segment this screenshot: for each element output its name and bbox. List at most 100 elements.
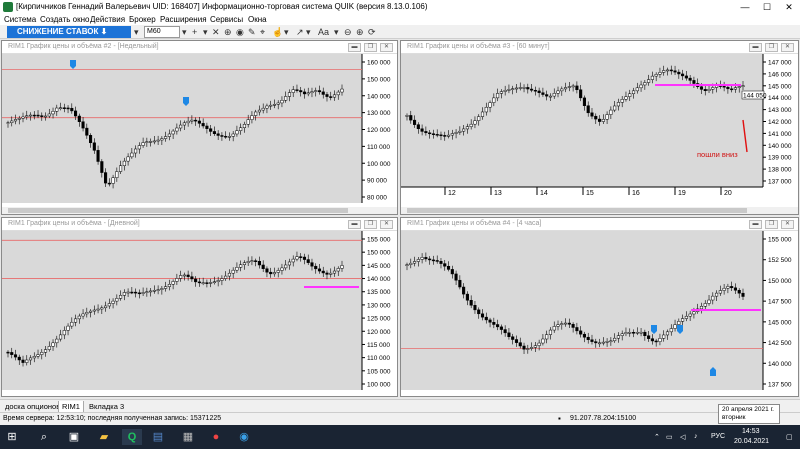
candle-body [465,293,469,301]
dropdown-icon[interactable]: ▾ [203,26,208,38]
minimize-icon[interactable]: ▬ [749,220,762,229]
chart-plot-area [401,54,763,187]
crosshair-icon[interactable]: + [192,26,197,38]
close-icon[interactable]: ✕ [380,43,393,52]
scroll-thumb[interactable] [407,208,747,213]
chart-window-weekly[interactable]: RIM1 График цены и объёма #2 - [Недельны… [1,40,398,215]
candle-body [325,272,329,275]
candle-body [624,332,628,335]
minimize-button[interactable]: — [734,0,756,14]
circle-icon[interactable]: ◉ [236,26,244,38]
minimize-icon[interactable]: ▬ [749,43,762,52]
dropdown-icon-4[interactable]: ▾ [334,26,339,38]
candle-body [340,265,344,269]
dropdown-icon-3[interactable]: ▾ [306,26,311,38]
restore-icon[interactable]: ❐ [364,43,377,52]
close-button[interactable]: ✕ [778,0,800,14]
zoom-out-icon[interactable]: ⊖ [344,26,352,38]
tray-date[interactable]: 20.04.2021 [734,438,769,445]
y-tick-label: 100 000 [367,161,391,168]
candle-body [496,93,500,99]
task-view-icon[interactable]: ▣ [66,429,82,445]
candle-body [224,275,228,279]
hand-icon[interactable]: ☝ [272,26,283,38]
menu-system[interactable]: Система [4,15,36,24]
pin-icon[interactable]: ⌖ [260,26,265,38]
candle-body [628,332,632,334]
timeframe-select[interactable]: M60 [144,26,180,38]
tray-network-icon[interactable]: ▭ [666,433,673,441]
chart-window-4h[interactable]: RIM1 График цены и объёма #4 - [4 часа] … [400,217,799,397]
candle-body [32,114,36,117]
chart-window-60min[interactable]: RIM1 График цены и объёма #3 - [60 минут… [400,40,799,215]
price-chart[interactable]: 155 000 150 000 145 000 140 000 135 000 130 0… [2,231,397,396]
dropdown-icon-2[interactable]: ▾ [284,26,289,38]
close-icon[interactable]: ✕ [781,43,794,52]
menu-broker[interactable]: Брокер [129,15,156,24]
candle-body [51,342,55,347]
restore-icon[interactable]: ❐ [765,43,778,52]
app-icon[interactable]: ▦ [180,429,196,445]
refresh-icon[interactable]: ⟳ [368,26,376,38]
chart-window-daily[interactable]: RIM1 График цены и объёма - [Дневной] ▬ … [1,217,398,397]
yandex-icon[interactable]: ● [208,429,224,445]
price-chart[interactable]: 147 000 146 000 145 000 144 000 143 000 142 0… [401,54,798,209]
quik-taskbar-icon[interactable]: Q [122,429,142,445]
maximize-button[interactable]: ☐ [756,0,778,14]
candle-body [431,133,435,135]
candle-body [647,79,651,83]
tray-speaker-icon[interactable]: ♪ [694,433,698,440]
price-chart[interactable]: 160 000 150 000 140 000 130 000 120 000 110 0… [2,54,397,209]
tooltip-date: 20 апреля 2021 г. [722,406,774,413]
tab-options-board[interactable]: доска опционов [2,401,63,412]
menu-services[interactable]: Сервисы [210,15,243,24]
close-icon[interactable]: ✕ [781,220,794,229]
candle-body [201,282,205,284]
zoom-in-icon[interactable]: ⊕ [356,26,364,38]
menu-create-window[interactable]: Создать окно [40,15,89,24]
font-icon[interactable]: Aa [318,26,329,38]
cross-tool-icon[interactable]: ✕ [212,26,220,38]
scroll-thumb[interactable] [8,208,348,213]
candle-body [571,324,575,328]
target-icon[interactable]: ⊕ [224,26,232,38]
minimize-icon[interactable]: ▬ [348,220,361,229]
chart-window-title: RIM1 График цены и объёма - [Дневной] [8,220,140,227]
edge-icon[interactable]: ◉ [236,429,252,445]
tray-volume-icon[interactable]: ◁ [680,433,685,441]
tray-chevron-icon[interactable]: ⌃ [654,433,660,441]
chart-app-icon[interactable]: ▤ [150,429,166,445]
candle-body [197,281,201,284]
restore-icon[interactable]: ❐ [364,220,377,229]
candle-body [730,286,734,289]
taskbar: ⊞ ⌕ ▣ ▰ Q ▤ ▦ ● ◉ ⌃ ▭ ◁ ♪ РУС 14:53 20.0… [0,425,800,449]
rate-cut-banner[interactable]: СНИЖЕНИЕ СТАВОК ⬇ [7,26,131,38]
y-tick-label: 147 500 [768,299,792,306]
candle-body [227,136,231,138]
candle-body [265,105,269,109]
horizontal-scrollbar[interactable] [401,207,798,214]
price-chart[interactable]: 155 000 152 500 150 000 147 500 145 000 142 5… [401,231,798,396]
menu-windows[interactable]: Окна [248,15,267,24]
menu-expand-icon[interactable]: ▾ [134,26,139,38]
tray-time[interactable]: 14:53 [742,428,760,435]
horizontal-scrollbar[interactable] [2,207,397,214]
close-icon[interactable]: ✕ [380,220,393,229]
search-icon[interactable]: ⌕ [36,429,52,445]
file-explorer-icon[interactable]: ▰ [96,429,112,445]
restore-icon[interactable]: ❐ [765,220,778,229]
menu-extensions[interactable]: Расширения [160,15,207,24]
candle-body [216,280,220,283]
notification-icon[interactable]: ▢ [786,433,793,441]
pencil-icon[interactable]: ✎ [248,26,256,38]
candle-body [205,282,209,284]
chevron-down-icon[interactable]: ▾ [182,26,187,38]
tab-3[interactable]: Вкладка 3 [86,401,127,412]
menu-actions[interactable]: Действия [90,15,125,24]
y-tick-label: 135 000 [367,289,391,296]
minimize-icon[interactable]: ▬ [348,43,361,52]
arrow-icon[interactable]: ↗ [296,26,304,38]
start-icon[interactable]: ⊞ [4,429,20,445]
chart-window-title: RIM1 График цены и объёма #3 - [60 минут… [407,43,550,50]
tray-language[interactable]: РУС [711,433,725,440]
